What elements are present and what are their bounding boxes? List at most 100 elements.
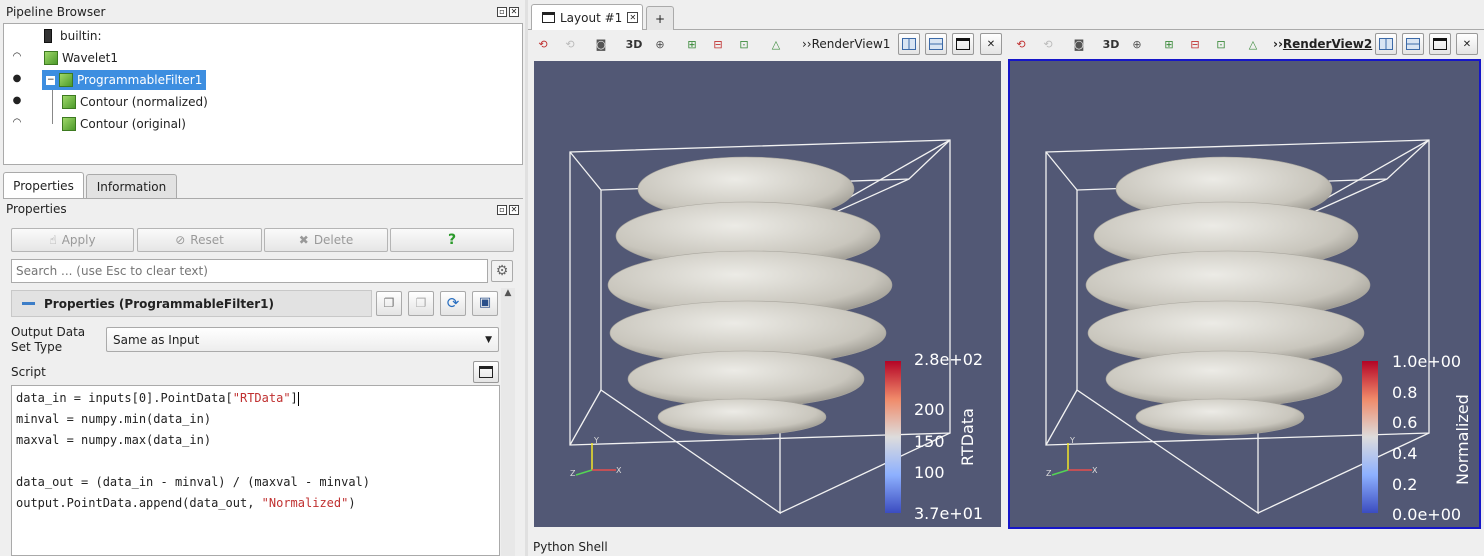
maximize-view-icon[interactable] xyxy=(952,33,974,55)
tab-information[interactable]: Information xyxy=(86,174,177,198)
contour-cube-icon xyxy=(62,117,76,131)
delete-button[interactable]: ✖ Delete xyxy=(264,228,388,252)
render-view-1-label[interactable]: ››RenderView1 xyxy=(802,37,890,51)
colorbar-2-tick: 0.6 xyxy=(1392,413,1418,432)
svg-text:X: X xyxy=(1092,466,1098,475)
script-editor[interactable]: data_in = inputs[0].PointData["RTData"] … xyxy=(11,385,500,556)
close-view-icon[interactable]: ✕ xyxy=(980,33,1002,55)
chevron-right-icon: ›› xyxy=(802,37,812,51)
colorbar-1-tick: 3.7e+01 xyxy=(914,504,984,523)
pipeline-item-contour-original[interactable]: Contour (original) xyxy=(62,114,186,134)
script-line: minval = numpy.min(data_in) xyxy=(16,412,212,426)
close-icon[interactable]: ✕ xyxy=(509,205,519,215)
refresh-icon[interactable]: ⟳ xyxy=(440,291,466,316)
colorbar-2-tick: 0.2 xyxy=(1392,475,1418,494)
collapse-bar-icon xyxy=(22,302,35,305)
apply-button[interactable]: ☝ Apply xyxy=(11,228,134,252)
vertical-splitter[interactable] xyxy=(525,0,528,556)
view-mode-3d[interactable]: 3D xyxy=(624,34,644,54)
colorbar-1-tick: 200 xyxy=(914,400,945,419)
reset-camera-icon[interactable]: ⟲ xyxy=(533,34,553,54)
close-tab-icon[interactable]: ✕ xyxy=(627,12,639,23)
zoom-to-box-icon[interactable]: ⊕ xyxy=(650,34,670,54)
render-view-2-label[interactable]: ››RenderView2 xyxy=(1273,37,1372,51)
zoom-to-box-icon[interactable]: ⊕ xyxy=(1127,34,1147,54)
view-mode-3d[interactable]: 3D xyxy=(1101,34,1121,54)
pipeline-item-contour-normalized[interactable]: Contour (normalized) xyxy=(62,92,208,112)
pipeline-window-buttons: ▫ ✕ xyxy=(497,7,519,17)
tab-layout-1[interactable]: Layout #1 ✕ xyxy=(531,4,643,30)
window-icon xyxy=(542,12,555,23)
pick-center-icon[interactable]: △ xyxy=(1243,34,1263,54)
select-points-icon[interactable]: ⊞ xyxy=(1159,34,1179,54)
script-line: data_in = inputs[0].PointData["RTData"] xyxy=(16,391,299,406)
pipeline-item-wavelet[interactable]: Wavelet1 xyxy=(44,48,118,68)
chevron-right-icon: ›› xyxy=(1273,37,1283,51)
split-horizontal-icon[interactable] xyxy=(1375,33,1397,55)
colorbar-2-tick: 0.0e+00 xyxy=(1392,505,1462,524)
reset-camera-icon[interactable]: ⟲ xyxy=(1011,34,1031,54)
script-label: Script xyxy=(11,365,46,379)
deselect-icon[interactable]: ⊟ xyxy=(1185,34,1205,54)
float-icon[interactable]: ▫ xyxy=(497,7,507,17)
properties-window-buttons: ▫ ✕ xyxy=(497,205,519,215)
collapse-icon[interactable]: − xyxy=(46,75,55,85)
colorbar-1-tick: 150 xyxy=(914,432,945,451)
paste-icon[interactable]: ❐ xyxy=(408,291,434,316)
scroll-up-icon[interactable]: ▲ xyxy=(501,288,515,298)
camera-icon[interactable]: ◙ xyxy=(591,34,611,54)
contour-cube-icon xyxy=(62,95,76,109)
render-view-1[interactable]: Y X Z 2.8e+02 200 150 100 3.7e+01 RTData xyxy=(534,61,1001,527)
split-vertical-icon[interactable] xyxy=(925,33,947,55)
pipeline-item-programmable-filter[interactable]: − ProgrammableFilter1 xyxy=(42,70,206,90)
render-view-2[interactable]: Y X Z 1.0e+00 0.8 0.6 0.4 0.2 0.0e+00 Norm… xyxy=(1008,59,1481,529)
source-cube-icon xyxy=(44,51,58,65)
pick-center-icon[interactable]: △ xyxy=(766,34,786,54)
reset-camera-closest-icon[interactable]: ⟲ xyxy=(560,34,580,54)
pipeline-item-builtin[interactable]: builtin: xyxy=(44,26,102,46)
colorbar-2-tick: 0.4 xyxy=(1392,444,1418,463)
tree-line xyxy=(52,90,53,124)
colorbar-2-tick: 1.0e+00 xyxy=(1392,352,1462,371)
colorbar-1-tick: 100 xyxy=(914,463,945,482)
select-points-icon[interactable]: ⊞ xyxy=(682,34,702,54)
pipeline-browser-title: Pipeline Browser xyxy=(6,5,106,19)
svg-text:Y: Y xyxy=(1069,436,1075,445)
output-type-select[interactable]: Same as Input ▼ xyxy=(106,327,499,352)
tab-divider xyxy=(3,198,523,199)
close-icon[interactable]: ✕ xyxy=(509,7,519,17)
script-line xyxy=(16,451,495,472)
split-vertical-icon[interactable] xyxy=(1402,33,1424,55)
split-horizontal-icon[interactable] xyxy=(898,33,920,55)
maximize-editor-icon[interactable] xyxy=(473,361,499,383)
contour-surface xyxy=(607,156,893,436)
reset-button[interactable]: ⊘ Reset xyxy=(137,228,262,252)
colorbar-1-title: RTData xyxy=(958,408,977,466)
help-button[interactable]: ? xyxy=(390,228,514,252)
maximize-view-icon[interactable] xyxy=(1429,33,1451,55)
svg-text:Z: Z xyxy=(570,469,576,478)
properties-section-header[interactable]: Properties (ProgrammableFilter1) xyxy=(11,290,372,317)
save-icon[interactable]: ▣ xyxy=(472,291,498,316)
search-input[interactable] xyxy=(11,259,488,283)
float-icon[interactable]: ▫ xyxy=(497,205,507,215)
camera-icon[interactable]: ◙ xyxy=(1069,34,1089,54)
deselect-icon[interactable]: ⊟ xyxy=(708,34,728,54)
copy-icon[interactable]: ❐ xyxy=(376,291,402,316)
colorbar-1 xyxy=(885,361,901,513)
eye-open-icon[interactable]: ● xyxy=(10,73,24,84)
tab-properties[interactable]: Properties xyxy=(3,172,84,198)
gear-icon[interactable]: ⚙ xyxy=(491,260,513,282)
reset-camera-closest-icon[interactable]: ⟲ xyxy=(1038,34,1058,54)
close-view-icon[interactable]: ✕ xyxy=(1456,33,1478,55)
eye-open-icon[interactable]: ● xyxy=(10,95,24,106)
eye-closed-icon[interactable]: ◠ xyxy=(10,117,24,128)
add-layout-tab[interactable]: + xyxy=(646,6,674,30)
properties-scrollbar[interactable]: ▲ xyxy=(501,288,515,556)
eye-closed-icon[interactable]: ◠ xyxy=(10,51,24,62)
grow-selection-icon[interactable]: ⊡ xyxy=(734,34,754,54)
script-line: maxval = numpy.max(data_in) xyxy=(16,433,212,447)
grow-selection-icon[interactable]: ⊡ xyxy=(1211,34,1231,54)
apply-icon: ☝ xyxy=(49,233,57,247)
text-cursor xyxy=(297,391,299,406)
